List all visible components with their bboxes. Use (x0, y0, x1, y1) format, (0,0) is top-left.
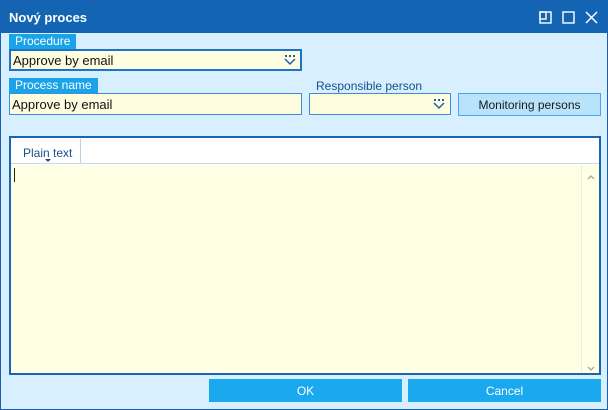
dotted-chevron-down-icon[interactable] (432, 98, 446, 113)
format-dropdown-label: Plain text (23, 146, 73, 160)
responsible-person-label: Responsible person (316, 79, 423, 93)
procedure-value: Approve by email (13, 53, 114, 68)
cancel-button[interactable]: Cancel (408, 379, 601, 402)
editor-toolbar: Plain text (11, 138, 599, 164)
title-bar[interactable]: Nový proces (1, 1, 607, 33)
restore-icon[interactable] (538, 10, 552, 24)
monitoring-persons-button[interactable]: Monitoring persons (458, 93, 601, 116)
caret-down-icon (45, 159, 51, 162)
process-name-label: Process name (9, 78, 98, 93)
dialog-window: Nový proces Procedure Approve by email P… (0, 0, 608, 410)
format-dropdown[interactable]: Plain text (15, 139, 82, 163)
responsible-person-select[interactable] (309, 93, 451, 115)
process-name-value: Approve by email (12, 97, 113, 112)
window-title: Nový proces (9, 10, 88, 25)
vertical-scrollbar[interactable] (581, 165, 599, 373)
scroll-up-icon[interactable] (587, 169, 595, 183)
close-icon[interactable] (584, 10, 598, 24)
procedure-select[interactable]: Approve by email (9, 49, 302, 71)
text-editor: Plain text (9, 136, 601, 375)
process-name-input[interactable]: Approve by email (9, 93, 302, 115)
dotted-chevron-down-icon[interactable] (283, 54, 297, 69)
text-cursor (14, 168, 15, 182)
procedure-label: Procedure (9, 34, 77, 49)
ok-button[interactable]: OK (209, 379, 402, 402)
maximize-icon[interactable] (561, 10, 575, 24)
scroll-down-icon[interactable] (587, 361, 595, 375)
editor-textarea[interactable] (11, 165, 581, 373)
